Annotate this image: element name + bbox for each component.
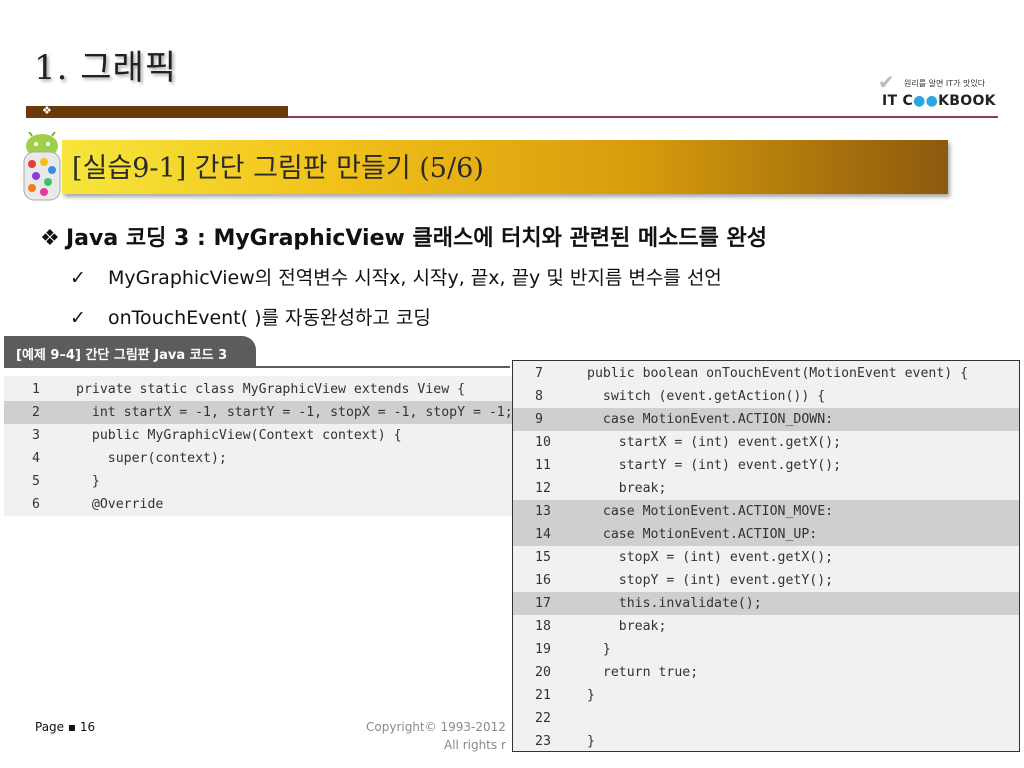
code-text: case MotionEvent.ACTION_UP:: [587, 527, 818, 542]
code-line: 11 startY = (int) event.getY();: [513, 454, 1019, 477]
logo-dots: ●●: [913, 93, 939, 109]
logo-text-pre: IT C: [882, 93, 914, 109]
line-number: 19: [535, 642, 551, 657]
code-line: 3 public MyGraphicView(Context context) …: [4, 424, 512, 447]
ornament-icon: ❖: [42, 104, 52, 117]
sub-bullet-text: MyGraphicView의 전역변수 시작x, 시작y, 끝x, 끝y 및 반…: [108, 267, 722, 289]
checkmark-icon: ✔: [878, 70, 895, 94]
line-number: 3: [32, 428, 40, 443]
line-number: 11: [535, 458, 551, 473]
code-text: break;: [587, 619, 667, 634]
code-line: 12 break;: [513, 477, 1019, 500]
code-line: 6 @Override: [4, 493, 512, 516]
code-line: 9 case MotionEvent.ACTION_DOWN:: [513, 408, 1019, 431]
code-line: 22: [513, 707, 1019, 730]
android-jellybean-icon: [23, 132, 61, 201]
line-number: 15: [535, 550, 551, 565]
line-number: 18: [535, 619, 551, 634]
line-number: 23: [535, 734, 551, 749]
code-line: 15 stopX = (int) event.getX();: [513, 546, 1019, 569]
code-text: private static class MyGraphicView exten…: [76, 382, 466, 397]
code-text: this.invalidate();: [587, 596, 762, 611]
line-number: 6: [32, 497, 40, 512]
code-line: 4 super(context);: [4, 447, 512, 470]
code-line: 18 break;: [513, 615, 1019, 638]
code-line: 7 public boolean onTouchEvent(MotionEvent…: [513, 362, 1019, 385]
title-underline-bar: [26, 106, 288, 118]
code-text: startX = (int) event.getX();: [587, 435, 842, 450]
code-line: 1 private static class MyGraphicView exte…: [4, 378, 512, 401]
line-number: 7: [535, 366, 543, 381]
line-number: 4: [32, 451, 40, 466]
line-number: 2: [32, 405, 40, 420]
code-line: 10 startX = (int) event.getX();: [513, 431, 1019, 454]
sub-bullet: ✓ onTouchEvent( )를 자동완성하고 코딩: [70, 303, 431, 330]
line-number: 10: [535, 435, 551, 450]
line-number: 20: [535, 665, 551, 680]
code-listing-left: 1 private static class MyGraphicView exte…: [4, 376, 513, 516]
copyright-line-1: Copyright© 1993-2012: [366, 720, 506, 734]
section-banner-title: [실습9-1] 간단 그림판 만들기 (5/6): [72, 153, 484, 184]
line-number: 17: [535, 596, 551, 611]
code-line: 23}: [513, 730, 1019, 753]
slide-title: 1. 그래픽: [34, 48, 178, 88]
line-number: 21: [535, 688, 551, 703]
code-line: 14 case MotionEvent.ACTION_UP:: [513, 523, 1019, 546]
line-number: 1: [32, 382, 40, 397]
line-number: 14: [535, 527, 551, 542]
logo-tagline: 원리를 알면 IT가 맛있다: [904, 79, 986, 88]
checkmark-icon: ✓: [70, 307, 86, 329]
code-text: break;: [587, 481, 667, 496]
code-text: stopX = (int) event.getX();: [587, 550, 834, 565]
example-label-tab: [예제 9–4] 간단 그림판 Java 코드 3: [4, 336, 256, 366]
code-text: stopY = (int) event.getY();: [587, 573, 834, 588]
code-text: }: [587, 734, 595, 749]
line-number: 12: [535, 481, 551, 496]
main-bullet: ❖ Java 코딩 3 : MyGraphicView 클래스에 터치와 관련된 …: [40, 220, 767, 252]
code-text: public MyGraphicView(Context context) {: [76, 428, 402, 443]
sub-bullet: ✓ MyGraphicView의 전역변수 시작x, 시작y, 끝x, 끝y 및 …: [70, 263, 722, 290]
code-line: 13 case MotionEvent.ACTION_MOVE:: [513, 500, 1019, 523]
line-number: 8: [535, 389, 543, 404]
code-line: 16 stopY = (int) event.getY();: [513, 569, 1019, 592]
code-text: case MotionEvent.ACTION_MOVE:: [587, 504, 834, 519]
line-number: 13: [535, 504, 551, 519]
code-text: switch (event.getAction()) {: [587, 389, 826, 404]
example-tab-underline: [4, 366, 510, 368]
code-line: 17 this.invalidate();: [513, 592, 1019, 615]
brand-logo: IT C●●KBOOK: [882, 93, 996, 109]
line-number: 22: [535, 711, 551, 726]
title-divider-line: [288, 116, 998, 118]
line-number: 5: [32, 474, 40, 489]
code-line: 2 int startX = -1, startY = -1, stopX = …: [4, 401, 513, 424]
line-number: 16: [535, 573, 551, 588]
code-line: 8 switch (event.getAction()) {: [513, 385, 1019, 408]
sub-bullet-text: onTouchEvent( )를 자동완성하고 코딩: [108, 307, 431, 329]
copyright-line-2: All rights r: [444, 738, 506, 752]
code-text: return true;: [587, 665, 699, 680]
code-text: startY = (int) event.getY();: [587, 458, 842, 473]
line-number: 9: [535, 412, 543, 427]
code-text: }: [587, 642, 611, 657]
checkmark-icon: ✓: [70, 267, 86, 289]
diamond-bullet-icon: ❖: [40, 226, 60, 251]
logo-text-post: KBOOK: [938, 93, 996, 109]
code-line: 21}: [513, 684, 1019, 707]
code-listing-right: 7 public boolean onTouchEvent(MotionEvent…: [512, 360, 1020, 752]
code-text: super(context);: [76, 451, 227, 466]
code-text: @Override: [76, 497, 164, 512]
page-number: Page ▪ 16: [35, 720, 96, 734]
code-line: 19 }: [513, 638, 1019, 661]
code-line: 20 return true;: [513, 661, 1019, 684]
code-text: }: [587, 688, 595, 703]
code-text: case MotionEvent.ACTION_DOWN:: [587, 412, 834, 427]
code-text: public boolean onTouchEvent(MotionEvent …: [587, 366, 969, 381]
main-bullet-text: Java 코딩 3 : MyGraphicView 클래스에 터치와 관련된 메…: [66, 226, 767, 251]
code-line: 5 }: [4, 470, 512, 493]
code-text: }: [76, 474, 100, 489]
code-text: int startX = -1, startY = -1, stopX = -1…: [76, 405, 513, 420]
